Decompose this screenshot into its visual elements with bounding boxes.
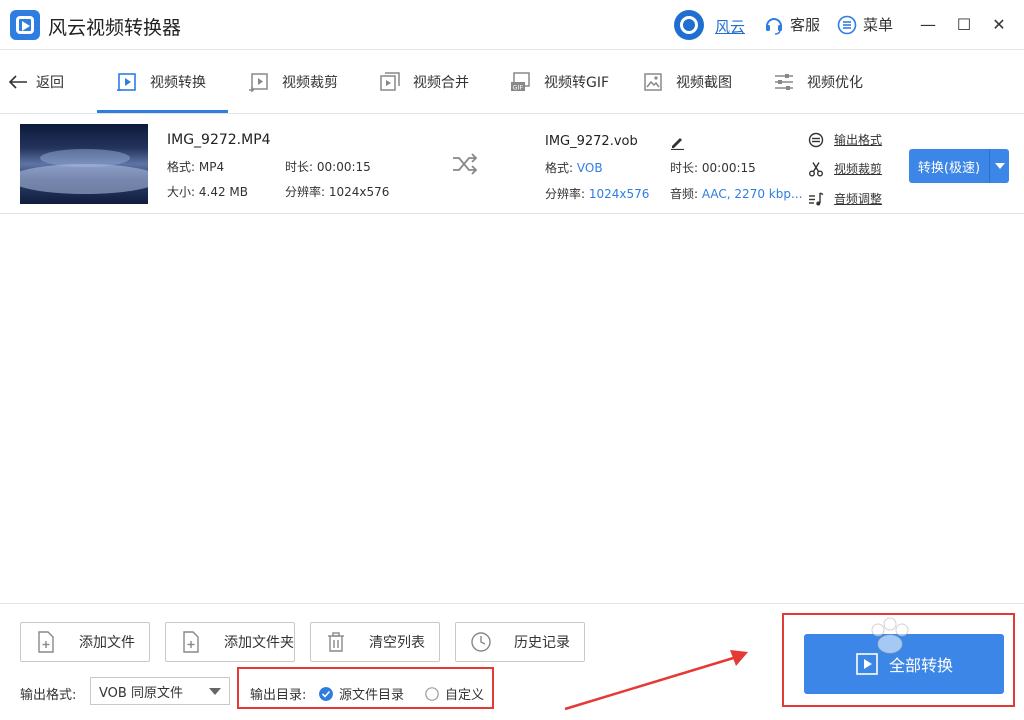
source-duration: 时长: 00:00:15 — [285, 160, 371, 174]
source-size: 大小: 4.42 MB — [167, 185, 248, 199]
output-audio: 音频: AAC, 2270 kbp... — [670, 187, 803, 201]
output-format-select[interactable]: VOB 同原文件 — [90, 677, 230, 705]
tab-video-optimize[interactable]: 视频优化 — [773, 64, 863, 100]
add-file-icon — [38, 631, 54, 653]
dir-option-source[interactable]: 源文件目录 — [319, 684, 404, 703]
dir-option-source-label: 源文件目录 — [339, 688, 405, 703]
support-button[interactable]: 客服 — [764, 14, 820, 35]
convert-all-button[interactable]: 全部转换 — [804, 634, 1004, 694]
tab-label: 视频转GIF — [544, 75, 610, 91]
menu-button[interactable]: 菜单 — [837, 14, 893, 35]
video-crop-link[interactable]: 视频裁剪 — [808, 160, 882, 177]
add-folder-label: 添加文件夹 — [224, 635, 294, 651]
radio-unchecked-icon — [425, 686, 439, 701]
scissors-icon — [809, 161, 823, 176]
source-format: 格式: MP4 — [167, 160, 225, 174]
active-tab-indicator — [97, 110, 228, 113]
minimize-button[interactable]: — — [918, 14, 938, 34]
source-resolution: 分辨率: 1024x576 — [285, 185, 390, 199]
add-folder-icon — [183, 631, 199, 653]
convert-all-icon — [856, 653, 878, 675]
video-convert-icon — [117, 73, 136, 91]
add-folder-button[interactable]: 添加文件夹 — [165, 622, 295, 662]
gif-icon: GIF — [511, 72, 530, 92]
output-resolution: 分辨率: 1024x576 — [545, 187, 650, 201]
add-file-label: 添加文件 — [79, 635, 135, 651]
convert-split-button[interactable]: 转换(极速) — [909, 149, 1009, 183]
headset-icon — [766, 17, 782, 35]
video-crop-link-label: 视频裁剪 — [834, 162, 883, 176]
user-name-link[interactable]: 风云 — [715, 16, 745, 37]
title-bar: 风云视频转换器 风云 客服 菜单 — ☐ ✕ — [0, 0, 1024, 50]
output-file-name[interactable]: IMG_9272.vob — [545, 134, 638, 149]
audio-adjust-link-label: 音频调整 — [834, 192, 883, 206]
tab-label: 视频裁剪 — [282, 75, 338, 91]
app-logo-icon — [10, 10, 40, 40]
dir-option-custom-label: 自定义 — [445, 688, 485, 703]
convert-button-label[interactable]: 转换(极速) — [909, 157, 989, 176]
tab-video-screenshot[interactable]: 视频截图 — [642, 64, 732, 100]
tab-video-convert[interactable]: 视频转换 — [116, 64, 206, 100]
bottom-bar: 添加文件 添加文件夹 清空列表 历史记录 输出格式: VOB 同原文件 输出目录… — [0, 603, 1024, 720]
svg-text:GIF: GIF — [513, 84, 524, 92]
back-label: 返回 — [36, 75, 64, 91]
menu-label: 菜单 — [863, 16, 894, 34]
tab-label: 视频合并 — [413, 75, 469, 91]
maximize-button[interactable]: ☐ — [954, 14, 974, 34]
music-note-icon — [809, 191, 824, 205]
shuffle-icon — [453, 153, 478, 175]
output-format-link-label: 输出格式 — [834, 133, 883, 147]
output-dir-label: 输出目录: — [250, 688, 307, 703]
clear-list-label: 清空列表 — [369, 635, 425, 651]
video-thumbnail[interactable] — [20, 124, 148, 204]
output-format-label: 输出格式: — [20, 688, 77, 703]
clock-icon — [471, 632, 491, 652]
file-row[interactable]: IMG_9272.MP4 格式: MP4 时长: 00:00:15 大小: 4.… — [0, 115, 1024, 214]
tab-label: 视频截图 — [676, 75, 732, 91]
edit-icon[interactable] — [669, 134, 685, 150]
convert-all-label: 全部转换 — [888, 656, 953, 675]
close-button[interactable]: ✕ — [989, 14, 1009, 34]
source-file-name: IMG_9272.MP4 — [167, 132, 271, 148]
video-crop-icon — [249, 73, 268, 92]
annotation-arrow — [564, 650, 748, 711]
clear-list-button[interactable]: 清空列表 — [310, 622, 440, 662]
app-title: 风云视频转换器 — [48, 17, 182, 39]
screenshot-icon — [644, 73, 662, 91]
audio-adjust-link[interactable]: 音频调整 — [808, 190, 882, 207]
tab-video-crop[interactable]: 视频裁剪 — [248, 64, 338, 100]
add-file-button[interactable]: 添加文件 — [20, 622, 150, 662]
back-button[interactable]: 返回 — [8, 72, 64, 92]
arrow-left-icon — [8, 75, 27, 89]
output-format-link[interactable]: 输出格式 — [808, 131, 882, 148]
convert-options-dropdown[interactable] — [990, 163, 1009, 169]
trash-icon — [328, 632, 344, 652]
dir-option-custom[interactable]: 自定义 — [425, 684, 484, 703]
output-duration: 时长: 00:00:15 — [670, 161, 756, 175]
video-merge-icon — [380, 72, 400, 91]
radio-checked-icon — [319, 686, 333, 701]
user-avatar-icon[interactable] — [674, 10, 704, 40]
format-icon — [808, 132, 824, 147]
menu-icon — [837, 15, 857, 34]
output-format-value: VOB 同原文件 — [99, 685, 183, 701]
output-format: 格式: VOB — [545, 161, 603, 175]
tab-video-to-gif[interactable]: GIF 视频转GIF — [510, 64, 609, 100]
support-label: 客服 — [790, 16, 821, 34]
tab-label: 视频转换 — [150, 75, 206, 91]
caret-down-icon — [209, 687, 221, 695]
tab-video-merge[interactable]: 视频合并 — [379, 64, 469, 100]
caret-down-icon — [994, 163, 1005, 169]
tab-label: 视频优化 — [807, 75, 863, 91]
toolbar: 返回 视频转换 视频裁剪 视频合并 GIF 视频转GIF 视频截图 视频优化 — [0, 50, 1024, 114]
optimize-icon — [775, 74, 793, 90]
